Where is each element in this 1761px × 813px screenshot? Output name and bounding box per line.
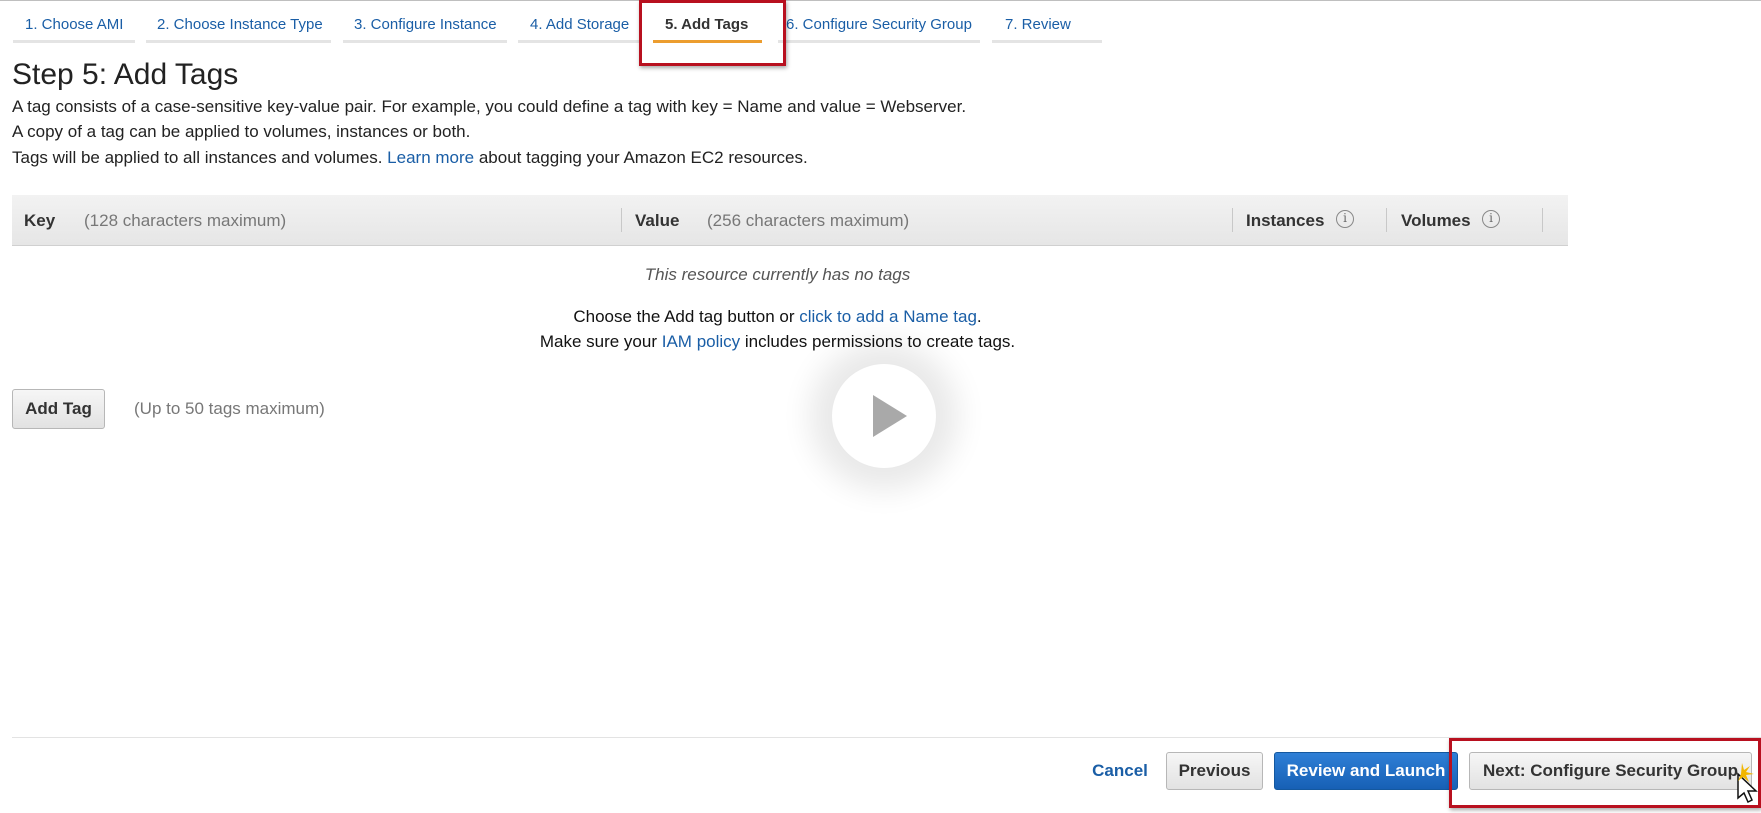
column-divider <box>1542 208 1543 232</box>
add-name-tag-link[interactable]: click to add a Name tag <box>799 307 977 326</box>
tab-underline <box>13 40 135 43</box>
key-column-hint: (128 characters maximum) <box>84 211 287 230</box>
tab-configure-security-group[interactable]: 6. Configure Security Group <box>786 16 972 33</box>
description-line-1: A tag consists of a case-sensitive key-v… <box>12 97 967 116</box>
volumes-column-label: Volumes <box>1401 211 1471 230</box>
top-border <box>0 0 1761 1</box>
tab-review[interactable]: 7. Review <box>1005 16 1071 33</box>
tab-underline <box>778 40 980 43</box>
iam-policy-link[interactable]: IAM policy <box>662 332 740 351</box>
learn-more-link[interactable]: Learn more <box>387 148 474 167</box>
cursor-icon <box>1737 763 1758 804</box>
tab-configure-instance[interactable]: 3. Configure Instance <box>354 16 497 33</box>
value-column-hint: (256 characters maximum) <box>707 211 910 230</box>
empty-tags-message: This resource currently has no tags <box>644 265 911 284</box>
tags-table-header: Key (128 characters maximum) Value (256 … <box>12 195 1568 246</box>
column-divider <box>1232 208 1233 232</box>
highlight-box-next <box>1449 738 1761 808</box>
description-line-2: A copy of a tag can be applied to volume… <box>12 122 471 141</box>
description-text: about tagging your Amazon EC2 resources. <box>478 148 808 167</box>
play-icon <box>873 395 907 437</box>
tab-add-storage[interactable]: 4. Add Storage <box>530 16 629 33</box>
description-text: Tags will be applied to all instances an… <box>12 148 383 167</box>
key-column-label: Key <box>24 211 56 230</box>
add-tag-button[interactable]: Add Tag <box>12 389 105 429</box>
tab-choose-instance-type[interactable]: 2. Choose Instance Type <box>157 16 323 33</box>
video-play-button[interactable] <box>832 364 936 468</box>
cancel-button[interactable]: Cancel <box>1085 754 1155 790</box>
instruction-text: Choose the Add tag button or <box>573 307 795 326</box>
iam-policy-line: Make sure your IAM policy includes permi… <box>0 332 1555 352</box>
add-name-tag-line: Choose the Add tag button or click to ad… <box>0 307 1555 327</box>
page-title: Step 5: Add Tags <box>12 58 239 91</box>
info-icon[interactable]: i <box>1482 210 1500 228</box>
add-tag-hint: (Up to 50 tags maximum) <box>134 399 325 418</box>
column-divider <box>621 208 622 232</box>
tab-underline <box>343 40 507 43</box>
tab-underline <box>518 40 640 43</box>
instruction-text: Make sure your <box>539 332 658 351</box>
tab-underline <box>146 40 331 43</box>
instruction-text: . <box>976 307 982 326</box>
description-line-3: Tags will be applied to all instances an… <box>12 148 808 168</box>
tab-choose-ami[interactable]: 1. Choose AMI <box>25 16 123 33</box>
value-column-label: Value <box>635 211 680 230</box>
review-and-launch-button[interactable]: Review and Launch <box>1274 752 1458 790</box>
instruction-text: includes permissions to create tags. <box>744 332 1016 351</box>
column-divider <box>1386 208 1387 232</box>
info-icon[interactable]: i <box>1336 210 1354 228</box>
highlight-box-tab <box>639 0 786 66</box>
previous-button[interactable]: Previous <box>1166 752 1263 790</box>
instances-column-label: Instances <box>1246 211 1325 230</box>
tab-underline <box>992 40 1102 43</box>
